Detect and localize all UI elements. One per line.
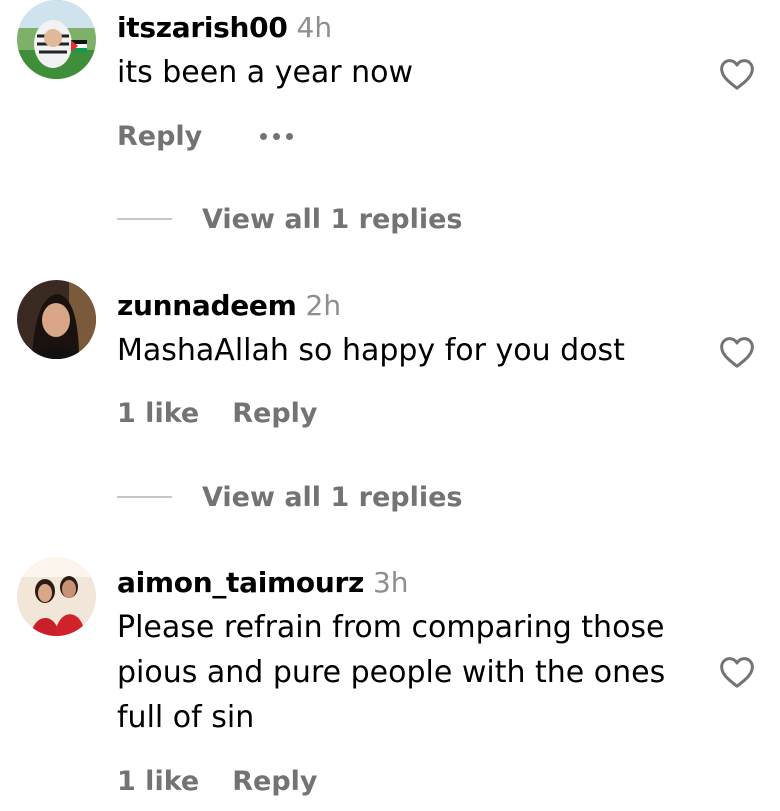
comment-text: its been a year now — [117, 55, 414, 90]
comment-username[interactable]: itszarish00 — [117, 11, 288, 44]
comment-time: 3h — [372, 565, 409, 599]
heart-outline-icon[interactable] — [717, 54, 757, 94]
reply-button[interactable]: Reply — [232, 398, 317, 429]
comment-text: Please refrain from comparing those piou… — [117, 610, 666, 735]
view-replies-label: View all 1 replies — [202, 481, 463, 513]
replies-divider — [117, 218, 172, 220]
reply-button[interactable]: Reply — [117, 121, 202, 152]
reply-button[interactable]: Reply — [232, 766, 317, 797]
view-replies-link-1[interactable]: View all 1 replies — [117, 199, 463, 239]
comments-thread: itszarish00 4h its been a year now Reply… — [0, 0, 780, 811]
comment-actions-2: 1 like Reply — [117, 393, 318, 433]
comment-username[interactable]: zunnadeem — [117, 289, 297, 322]
comment-body-3: aimon_taimourz 3h Please refrain from co… — [117, 559, 707, 740]
comment-username[interactable]: aimon_taimourz — [117, 566, 364, 599]
heart-outline-icon[interactable] — [717, 652, 757, 692]
comment-actions-3: 1 like Reply — [117, 761, 318, 801]
view-replies-label: View all 1 replies — [202, 203, 463, 235]
replies-divider — [117, 496, 172, 498]
avatar-itszarish00[interactable] — [17, 0, 96, 79]
comment-time: 2h — [305, 288, 342, 322]
comment-actions-1: Reply — [117, 116, 294, 156]
comment-body-1: itszarish00 4h its been a year now — [117, 4, 707, 95]
avatar-zunnadeem[interactable] — [17, 280, 96, 359]
view-replies-link-2[interactable]: View all 1 replies — [117, 477, 463, 517]
comment-body-2: zunnadeem 2h MashaAllah so happy for you… — [117, 282, 707, 373]
like-count[interactable]: 1 like — [117, 766, 199, 797]
more-dots-icon[interactable] — [260, 127, 294, 146]
heart-outline-icon[interactable] — [717, 332, 757, 372]
comment-time: 4h — [296, 10, 333, 44]
comment-text: MashaAllah so happy for you dost — [117, 333, 625, 368]
like-count[interactable]: 1 like — [117, 398, 199, 429]
avatar-aimon-taimourz[interactable] — [17, 557, 96, 636]
